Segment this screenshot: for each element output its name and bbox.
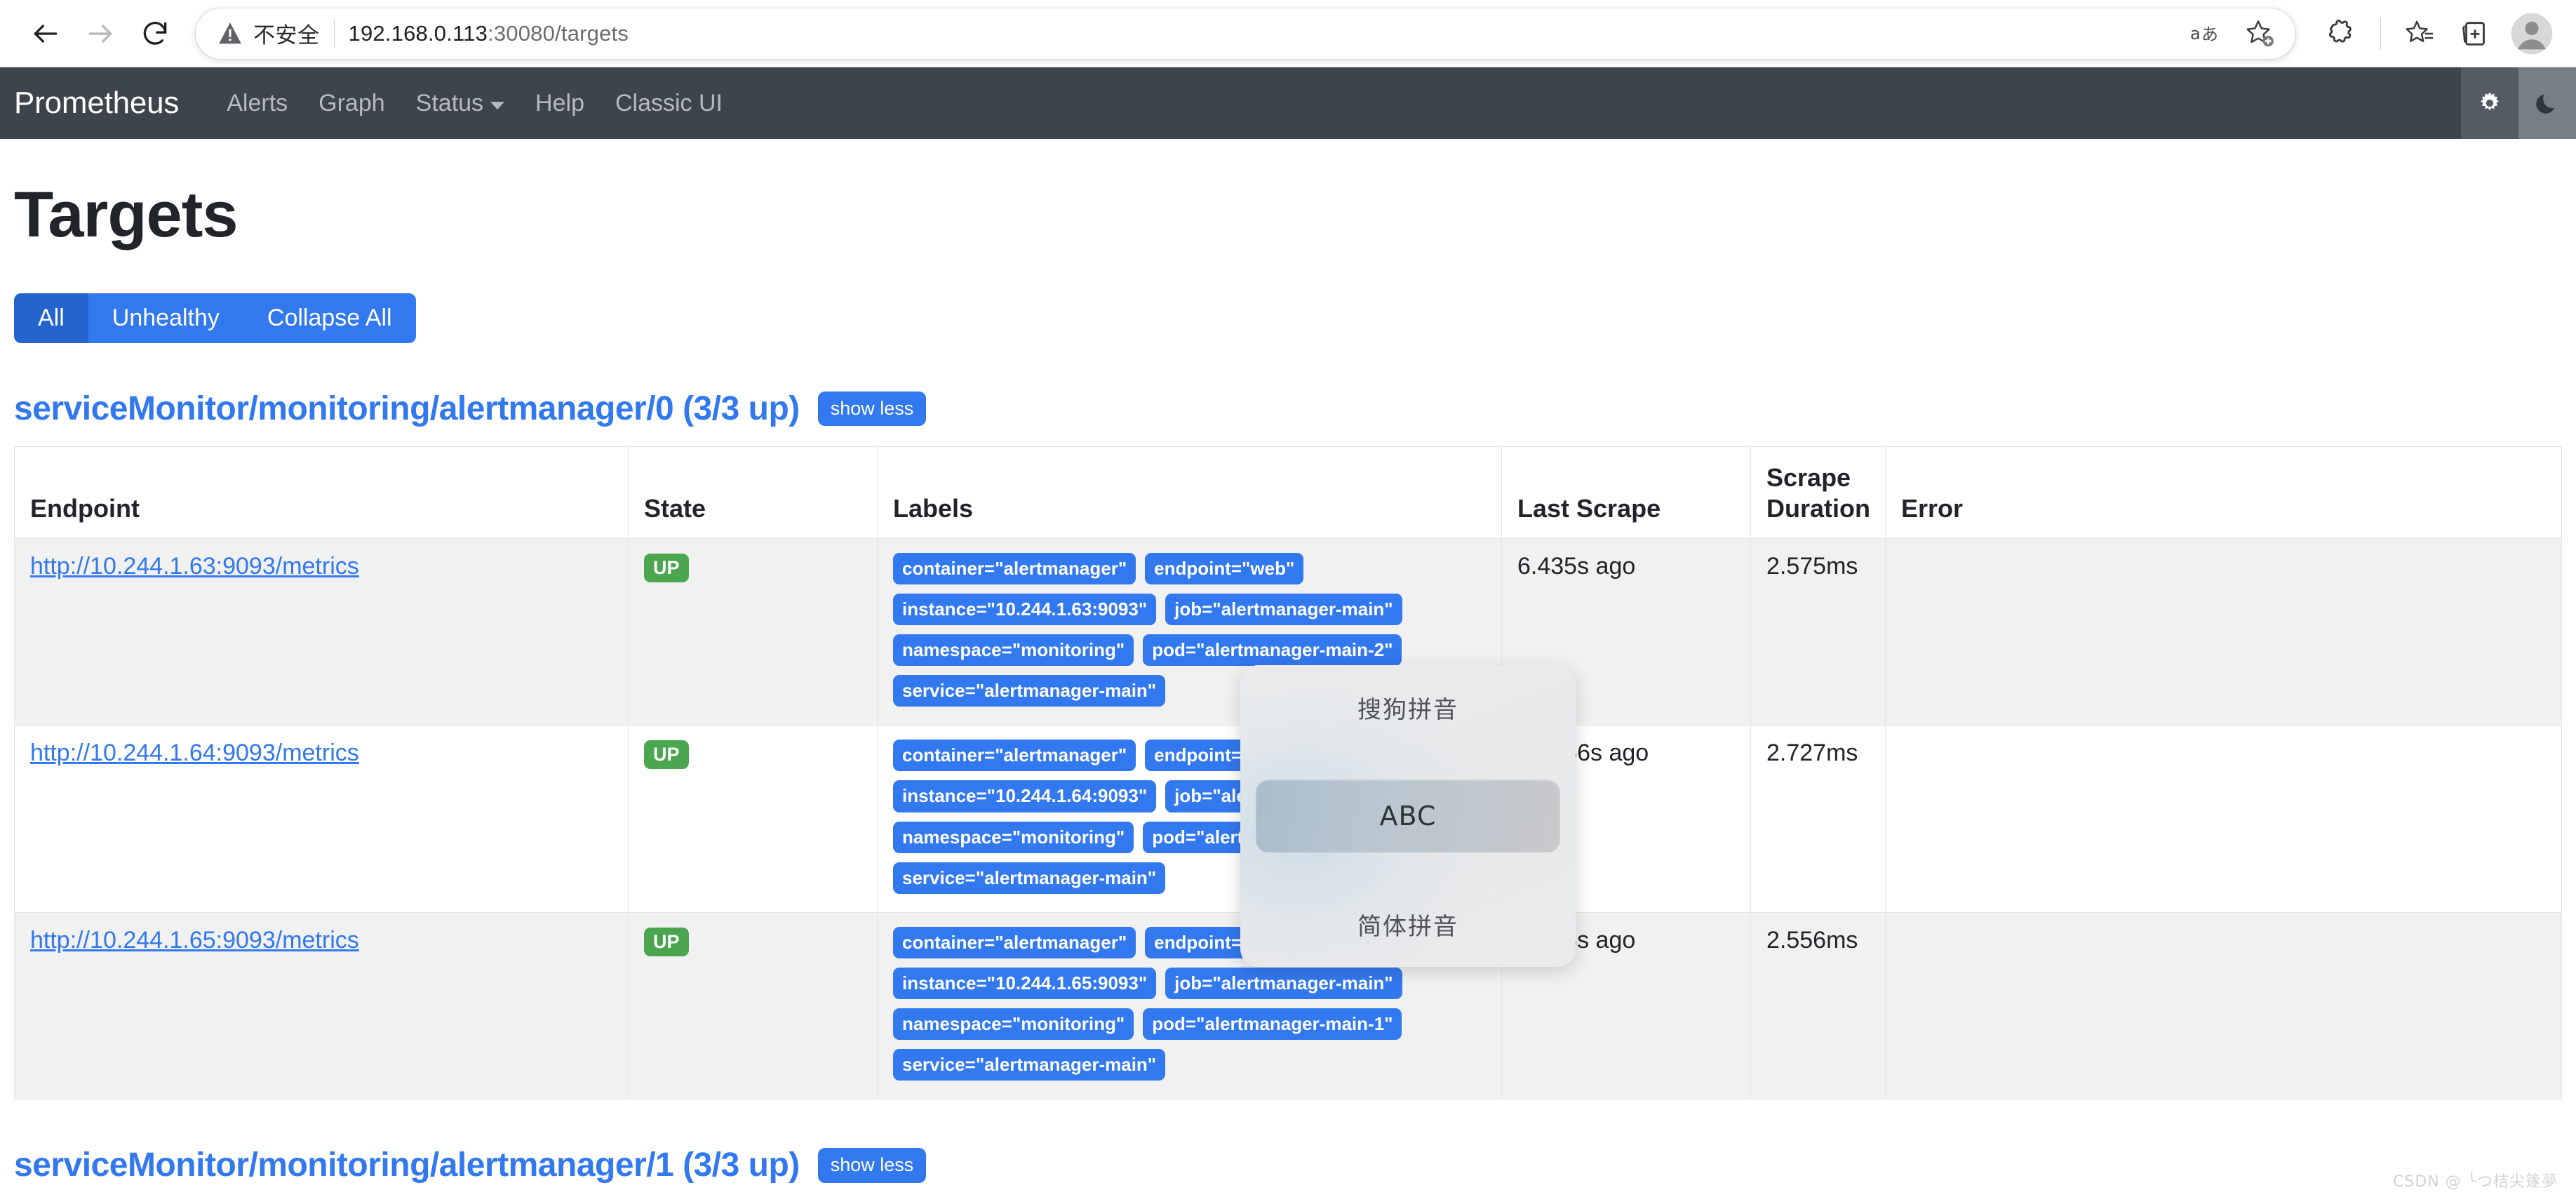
label-pill: job="alertmanager-main" (1165, 967, 1402, 999)
cell-scrape-duration: 2.727ms (1750, 725, 1886, 913)
chevron-down-icon (490, 101, 505, 109)
label-pill: namespace="monitoring" (893, 1008, 1134, 1041)
profile-avatar[interactable] (2506, 8, 2558, 60)
table-header-row: Endpoint State Labels Last Scrape Scrape… (14, 446, 2562, 539)
collections-icon[interactable] (2450, 8, 2502, 60)
omnibox-actions: a あ (2179, 8, 2286, 60)
endpoint-link[interactable]: http://10.244.1.64:9093/metrics (30, 740, 359, 766)
show-less-button[interactable]: show less (817, 391, 927, 427)
cell-scrape-duration: 2.556ms (1750, 911, 1886, 1100)
endpoint-link[interactable]: http://10.244.1.65:9093/metrics (30, 927, 359, 954)
label-pill: service="alertmanager-main" (893, 862, 1166, 894)
scrape-pool-header-0: serviceMonitor/monitoring/alertmanager/0… (14, 389, 2562, 428)
label-pill: instance="10.244.1.64:9093" (893, 780, 1157, 813)
nav-label: Status (415, 89, 484, 116)
label-pill: namespace="monitoring" (893, 821, 1134, 853)
csdn-watermark: CSDN @ ╰つ桔尖篴夢 (2393, 1173, 2558, 1191)
cell-endpoint: http://10.244.1.64:9093/metrics (14, 725, 629, 913)
cell-endpoint: http://10.244.1.65:9093/metrics (14, 911, 629, 1100)
cell-endpoint: http://10.244.1.63:9093/metrics (14, 537, 629, 726)
cell-error (1885, 911, 2562, 1100)
label-pill: container="alertmanager" (893, 740, 1136, 772)
page-content: Targets All Unhealthy Collapse All servi… (0, 182, 2576, 1184)
filter-all-button[interactable]: All (14, 293, 88, 344)
address-bar[interactable]: 不安全 192.168.0.113:30080/targets a あ (195, 7, 2296, 60)
label-pill: container="alertmanager" (893, 552, 1136, 585)
label-pill: pod="alertmanager-main-2" (1143, 634, 1402, 667)
col-header-last-scrape: Last Scrape (1501, 446, 1751, 539)
brand-logo[interactable]: Prometheus (14, 86, 179, 121)
back-button[interactable] (18, 6, 73, 61)
scrape-pool-title[interactable]: serviceMonitor/monitoring/alertmanager/1… (14, 1146, 800, 1184)
col-header-endpoint: Endpoint (14, 446, 629, 539)
sun-gear-icon (2481, 92, 2499, 111)
status-badge: UP (644, 927, 689, 956)
svg-text:a: a (2190, 24, 2201, 44)
scrape-pool-title[interactable]: serviceMonitor/monitoring/alertmanager/0… (14, 389, 800, 428)
nav-links: Alerts Graph Status Help Classic UI (211, 90, 738, 117)
theme-toggle-group (2461, 67, 2576, 139)
dark-theme-button[interactable] (2518, 67, 2576, 139)
ime-option-simplified-pinyin[interactable]: 简体拼音 (1256, 900, 1560, 949)
light-theme-button[interactable] (2461, 67, 2518, 139)
label-pill: service="alertmanager-main" (893, 1049, 1166, 1081)
cell-scrape-duration: 2.575ms (1750, 537, 1886, 726)
moon-icon (2536, 94, 2555, 114)
nav-item-alerts[interactable]: Alerts (211, 90, 303, 117)
table-header: Endpoint State Labels Last Scrape Scrape… (14, 446, 2562, 539)
label-pill: namespace="monitoring" (893, 634, 1134, 667)
ime-switcher-popup[interactable]: 搜狗拼音 ABC 简体拼音 (1240, 665, 1576, 967)
svg-text:あ: あ (2201, 25, 2218, 44)
col-header-scrape-duration: Scrape Duration (1750, 446, 1886, 539)
filter-button-group: All Unhealthy Collapse All (14, 293, 416, 344)
forward-button[interactable] (73, 6, 128, 61)
url-text: 192.168.0.113:30080/targets (348, 20, 629, 46)
nav-label: Graph (318, 89, 385, 116)
label-pill: container="alertmanager" (893, 926, 1136, 958)
read-aloud-icon[interactable]: a あ (2179, 8, 2231, 60)
reload-button[interactable] (128, 6, 182, 61)
col-header-error: Error (1885, 446, 2562, 539)
security-status-text: 不安全 (253, 23, 320, 48)
page-title: Targets (14, 179, 239, 250)
extensions-icon[interactable] (2316, 8, 2368, 60)
cell-state: UP (628, 911, 878, 1100)
toolbar-divider (2380, 17, 2381, 50)
col-header-labels: Labels (877, 446, 1502, 539)
label-pill: pod="alertmanager-main-1" (1143, 1008, 1402, 1041)
show-less-button[interactable]: show less (817, 1147, 927, 1183)
collapse-all-button[interactable]: Collapse All (243, 293, 416, 344)
cell-state: UP (628, 537, 878, 726)
nav-label: Classic UI (615, 89, 723, 116)
cell-state: UP (628, 725, 878, 913)
nav-label: Alerts (227, 89, 288, 116)
status-badge: UP (644, 740, 689, 770)
cell-error (1885, 725, 2562, 913)
favorites-icon[interactable] (2394, 8, 2446, 60)
ime-option-sogou[interactable]: 搜狗拼音 (1256, 683, 1560, 732)
endpoint-link[interactable]: http://10.244.1.63:9093/metrics (30, 553, 359, 580)
label-pill: instance="10.244.1.63:9093" (893, 594, 1157, 626)
nav-label: Help (535, 89, 584, 116)
label-pill: endpoint="web" (1145, 552, 1304, 585)
label-pill: job="alertmanager-main" (1165, 594, 1402, 626)
browser-toolbar: 不安全 192.168.0.113:30080/targets a あ (0, 0, 2576, 67)
omnibox-divider (333, 19, 335, 48)
label-pill: instance="10.244.1.65:9093" (893, 967, 1157, 999)
nav-item-help[interactable]: Help (520, 90, 600, 117)
nav-item-status[interactable]: Status (401, 90, 520, 117)
status-badge: UP (644, 553, 689, 582)
filter-unhealthy-button[interactable]: Unhealthy (88, 293, 243, 344)
prometheus-navbar: Prometheus Alerts Graph Status Help Clas… (0, 67, 2576, 139)
add-favorite-icon[interactable] (2234, 8, 2286, 60)
cell-error (1885, 537, 2562, 726)
ime-option-abc[interactable]: ABC (1256, 780, 1560, 852)
browser-toolbar-actions (2303, 8, 2558, 60)
scrape-pool-header-1: serviceMonitor/monitoring/alertmanager/1… (14, 1146, 2562, 1184)
not-secure-warning-icon (217, 20, 243, 47)
nav-item-classic-ui[interactable]: Classic UI (600, 90, 738, 117)
nav-item-graph[interactable]: Graph (303, 90, 401, 117)
label-pill: service="alertmanager-main" (893, 675, 1166, 707)
col-header-state: State (628, 446, 878, 539)
